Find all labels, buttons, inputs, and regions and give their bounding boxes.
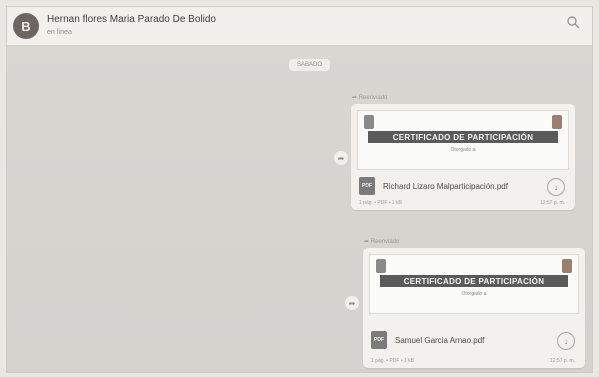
chat-header: B Hernan flores Maria Parado De Bolido e… bbox=[7, 7, 592, 46]
message-time: 12:57 p. m. bbox=[539, 200, 565, 206]
logo-right bbox=[562, 259, 572, 273]
avatar-letter: B bbox=[21, 18, 31, 34]
file-meta: 1 pág. • PDF • 1 kB bbox=[359, 200, 402, 206]
pdf-preview[interactable]: CERTIFICADO DE PARTICIPACIÓN Otorgado a bbox=[369, 254, 579, 314]
forward-icon: ➦ bbox=[352, 95, 359, 101]
forward-icon: ➦ bbox=[364, 239, 371, 245]
message-bubble[interactable]: CERTIFICADO DE PARTICIPACIÓN Otorgado a … bbox=[351, 104, 575, 210]
pdf-icon: PDF bbox=[359, 177, 375, 195]
avatar[interactable]: B bbox=[13, 13, 39, 39]
certificate-banner: CERTIFICADO DE PARTICIPACIÓN bbox=[380, 275, 568, 287]
file-row[interactable]: PDF Richard Lizaro Malparticipación.pdf … bbox=[351, 172, 575, 200]
file-meta: 1 pág. • PDF • 1 kB bbox=[371, 358, 414, 364]
pdf-icon: PDF bbox=[371, 331, 387, 349]
forwarded-label: ➦ Reenviado bbox=[352, 95, 388, 101]
file-name[interactable]: Samuel Garcia Arnao.pdf bbox=[395, 336, 484, 345]
message-bubble[interactable]: CERTIFICADO DE PARTICIPACIÓN Otorgado a … bbox=[363, 248, 585, 368]
pdf-preview[interactable]: CERTIFICADO DE PARTICIPACIÓN Otorgado a bbox=[357, 110, 569, 170]
contact-status: en línea bbox=[47, 29, 72, 36]
share-icon[interactable]: ➦ bbox=[334, 151, 348, 165]
date-badge: SABADO bbox=[289, 59, 331, 71]
certificate-banner: CERTIFICADO DE PARTICIPACIÓN bbox=[368, 131, 558, 143]
file-row[interactable]: PDF Samuel Garcia Arnao.pdf ↓ bbox=[363, 326, 585, 354]
logo-left bbox=[376, 259, 386, 273]
certificate-sub: Otorgado a bbox=[461, 291, 487, 297]
forwarded-label: ➦ Reenviado bbox=[364, 239, 400, 245]
message-area[interactable]: SABADO ➦ Reenviado ➦ CERTIFICADO DE PART… bbox=[7, 46, 592, 372]
certificate-sub: Otorgado a bbox=[450, 147, 476, 153]
search-icon[interactable] bbox=[566, 15, 580, 29]
share-icon[interactable]: ➦ bbox=[345, 296, 359, 310]
file-name[interactable]: Richard Lizaro Malparticipación.pdf bbox=[383, 182, 508, 191]
logo-right bbox=[552, 115, 562, 129]
download-icon[interactable]: ↓ bbox=[547, 178, 565, 196]
download-icon[interactable]: ↓ bbox=[557, 332, 575, 350]
message-time: 12:57 p. m. bbox=[549, 358, 575, 364]
logo-left bbox=[364, 115, 374, 129]
chat-window: B Hernan flores Maria Parado De Bolido e… bbox=[6, 6, 593, 373]
contact-name[interactable]: Hernan flores Maria Parado De Bolido bbox=[47, 14, 216, 25]
